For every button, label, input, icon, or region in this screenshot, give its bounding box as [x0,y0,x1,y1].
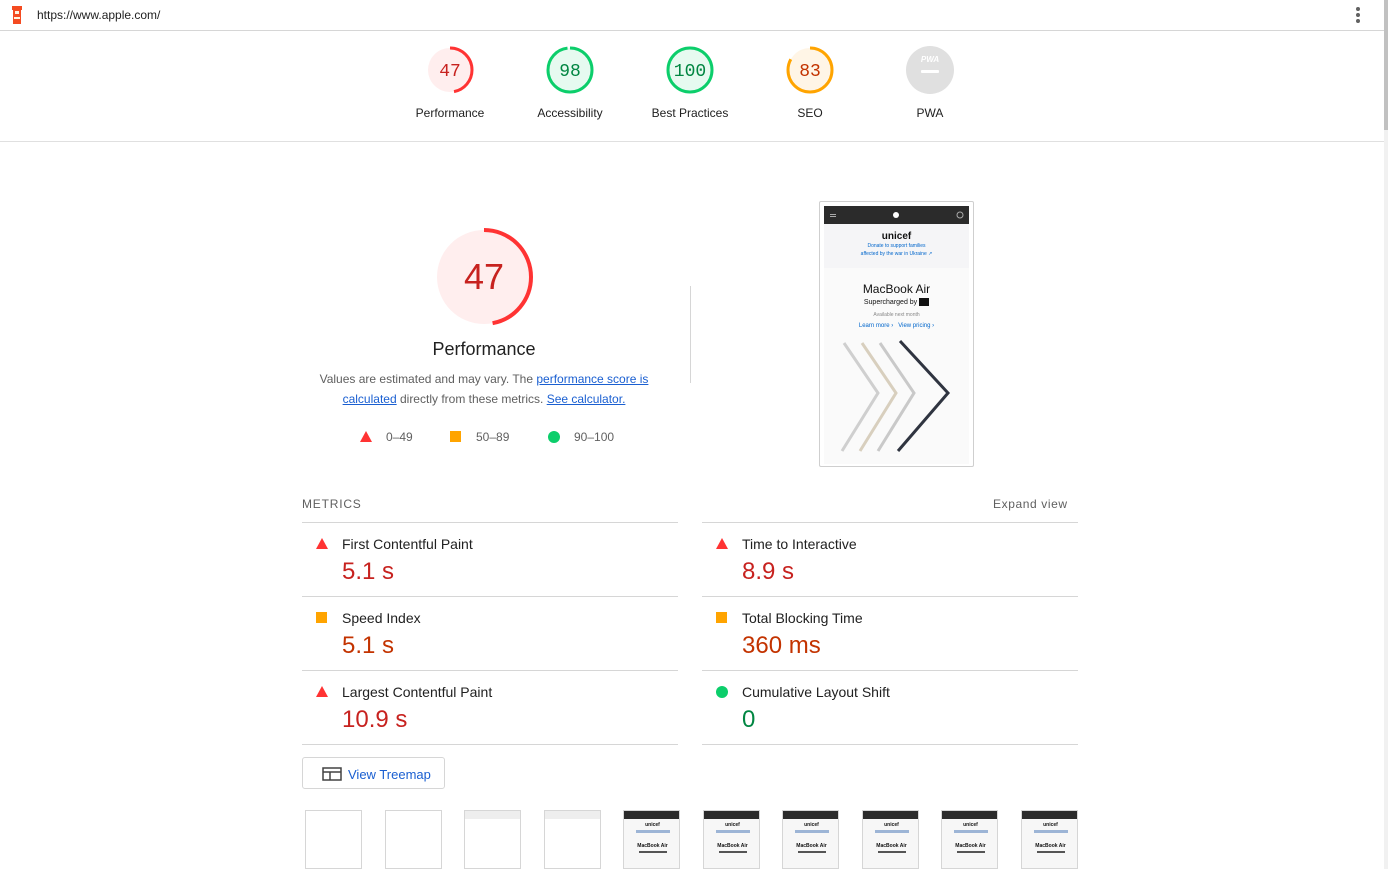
gauge-performance[interactable]: 47 Performance [390,45,510,120]
triangle-icon [716,538,728,549]
metrics-column-right: Time to Interactive 8.9 s Total Blocking… [702,522,1078,745]
gauge-seo[interactable]: 83 SEO [750,45,870,120]
metric-total-blocking-time: Total Blocking Time 360 ms [702,597,1078,671]
metric-first-contentful-paint: First Contentful Paint 5.1 s [302,523,678,597]
filmstrip-frame [464,810,521,869]
description-text: directly from these metrics. [396,392,547,406]
category-gauges: 47 Performance 98 Accessibility 100 Best… [0,31,1384,142]
scrollbar-track[interactable] [1384,0,1388,869]
filmstrip-frame [544,810,601,869]
hero-heading: MacBook Air [862,282,931,296]
circle-icon [716,686,728,698]
filmstrip-frame: unicef MacBook Air [703,810,760,869]
pwa-badge-icon: PWA [906,46,954,94]
filmstrip-frame: unicef MacBook Air [623,810,680,869]
filmstrip-frame [305,810,362,869]
screenshot-hero: MacBook Air Supercharged by Available ne… [824,268,969,464]
gauge-ring: 47 [426,46,474,94]
section-divider [690,286,691,383]
apple-logo-icon [830,211,964,219]
description-text: Values are estimated and may vary. The [319,372,537,386]
scrollbar-thumb[interactable] [1384,0,1388,130]
circle-icon [548,431,560,443]
banner-line: affected by the war in Ukraine ↗ [860,251,933,257]
final-screenshot[interactable]: unicef Donate to support families affect… [819,201,974,467]
metric-value: 0 [742,706,756,733]
metric-value: 8.9 s [742,558,795,585]
gauge-ring: 100 [666,46,714,94]
gauge-pwa[interactable]: PWA PWA [870,45,990,120]
metric-speed-index: Speed Index 5.1 s [302,597,678,671]
metric-value: 5.1 s [342,558,395,585]
metrics-heading: METRICS [302,497,362,511]
square-icon [716,612,727,623]
metric-name: First Contentful Paint [342,536,473,552]
metric-value: 10.9 s [342,706,408,733]
legend-label: 0–49 [386,430,413,444]
performance-score: 47 [464,256,504,297]
hero-links: Learn more › View pricing › [858,323,935,329]
metric-cumulative-layout-shift: Cumulative Layout Shift 0 [702,671,1078,745]
filmstrip-frame: unicef MacBook Air [941,810,998,869]
banner-line: Donate to support families [867,243,926,249]
square-icon [316,612,327,623]
triangle-icon [316,538,328,549]
treemap-label: View Treemap [348,767,431,782]
metric-name: Time to Interactive [742,536,857,552]
hero-availability: Available next month [873,312,920,318]
gauge-label: SEO [797,106,823,120]
svg-text:PWA: PWA [921,55,939,64]
report-topbar: https://www.apple.com/ [0,0,1384,31]
gauge-label: PWA [916,106,944,120]
square-icon [450,431,461,442]
expand-view-toggle[interactable]: Expand view [993,497,1068,511]
svg-text:83: 83 [799,62,821,82]
svg-text:98: 98 [559,62,581,82]
performance-score-gauge: 47 [435,228,533,326]
triangle-icon [360,431,372,442]
macbook-image-icon [840,339,951,452]
filmstrip-frame: unicef MacBook Air [862,810,919,869]
gauge-ring: 98 [546,46,594,94]
treemap-icon [322,767,342,781]
filmstrip-frame: unicef MacBook Air [1021,810,1078,869]
legend-label: 50–89 [476,430,510,444]
performance-title: Performance [432,339,536,359]
svg-text:100: 100 [674,62,706,82]
gauge-ring: 83 [786,46,834,94]
gauge-label: Best Practices [651,106,729,120]
banner-title: unicef [881,231,912,242]
metric-value: 5.1 s [342,632,395,659]
metric-time-to-interactive: Time to Interactive 8.9 s [702,523,1078,597]
legend-label: 90–100 [574,430,615,444]
more-options-icon[interactable] [1352,6,1364,26]
gauge-label: Accessibility [537,106,603,120]
performance-description: Values are estimated and may vary. The p… [310,369,658,409]
screenshot-navbar [824,206,969,224]
metric-value: 360 ms [742,632,821,659]
gauge-best-practices[interactable]: 100 Best Practices [630,45,750,120]
gauge-label: Performance [415,106,485,120]
lighthouse-icon [12,6,22,24]
screenshot-banner: unicef Donate to support families affect… [824,224,969,268]
svg-text:47: 47 [439,62,461,82]
filmstrip-frame [385,810,442,869]
triangle-icon [316,686,328,697]
metric-name: Largest Contentful Paint [342,684,493,700]
metric-largest-contentful-paint: Largest Contentful Paint 10.9 s [302,671,678,745]
calculator-link[interactable]: See calculator. [547,392,626,406]
metric-name: Total Blocking Time [742,610,863,626]
metric-name: Speed Index [342,610,421,626]
hero-subtitle: Supercharged by [824,298,969,306]
view-treemap-button[interactable]: View Treemap [302,757,445,789]
page-url[interactable]: https://www.apple.com/ [37,8,160,22]
metrics-column-left: First Contentful Paint 5.1 s Speed Index… [302,522,678,745]
metric-name: Cumulative Layout Shift [742,684,890,700]
gauge-accessibility[interactable]: 98 Accessibility [510,45,630,120]
filmstrip-frame: unicef MacBook Air [782,810,839,869]
